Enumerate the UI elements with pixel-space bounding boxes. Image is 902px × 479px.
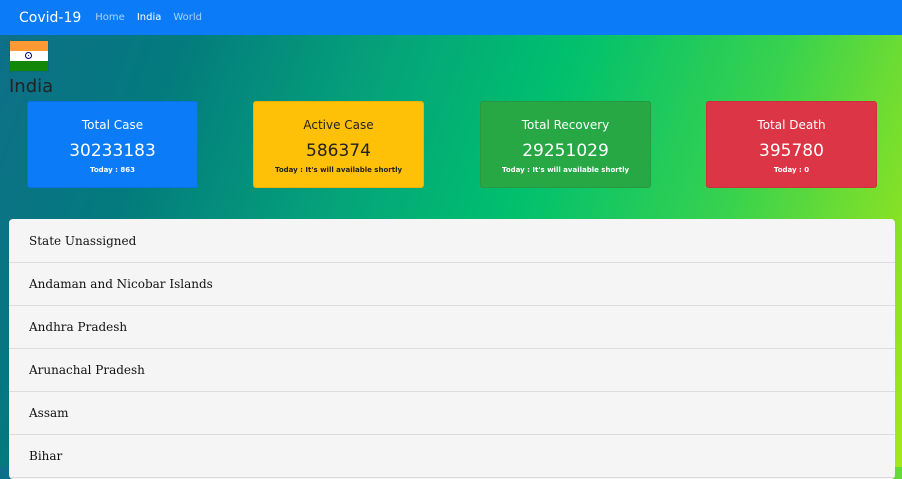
card-value: 586374 [306,141,371,161]
nav-link-india[interactable]: India [137,12,162,23]
navbar: Covid-19 Home India World [0,0,902,35]
total-recovery-card: Total Recovery 29251029 Today : It's wil… [480,101,651,188]
card-title: Total Death [757,118,826,132]
flag-saffron-band [10,41,48,51]
card-value: 395780 [759,141,824,161]
nav-link-world[interactable]: World [173,12,202,23]
card-today: Today : 0 [773,166,810,174]
brand-link[interactable]: Covid-19 [19,10,81,26]
card-title: Total Case [81,118,144,132]
total-case-card: Total Case 30233183 Today : 863 [27,101,198,188]
active-case-card: Active Case 586374 Today : It's will ava… [253,101,424,188]
state-list-item[interactable]: Arunachal Pradesh [9,349,895,392]
state-list: State Unassigned Andaman and Nicobar Isl… [9,219,895,479]
card-today: Today : 863 [89,166,136,174]
state-list-item[interactable]: Assam [9,392,895,435]
card-value: 30233183 [69,141,156,161]
state-list-item[interactable]: Bihar [9,435,895,478]
flag-green-band [10,61,48,71]
card-title: Active Case [303,118,374,132]
card-today: Today : It's will available shortly [274,166,403,174]
total-death-card: Total Death 395780 Today : 0 [706,101,877,188]
card-title: Total Recovery [521,118,610,132]
state-list-item[interactable]: Andhra Pradesh [9,306,895,349]
card-value: 29251029 [522,141,609,161]
state-list-item[interactable]: State Unassigned [9,219,895,263]
country-name: India [9,76,54,97]
india-flag-icon [9,40,49,72]
flag-white-band [10,51,48,61]
nav-link-home[interactable]: Home [95,12,125,23]
state-list-item[interactable]: Andaman and Nicobar Islands [9,263,895,306]
card-today: Today : It's will available shortly [501,166,630,174]
ashoka-chakra-icon [25,52,32,59]
